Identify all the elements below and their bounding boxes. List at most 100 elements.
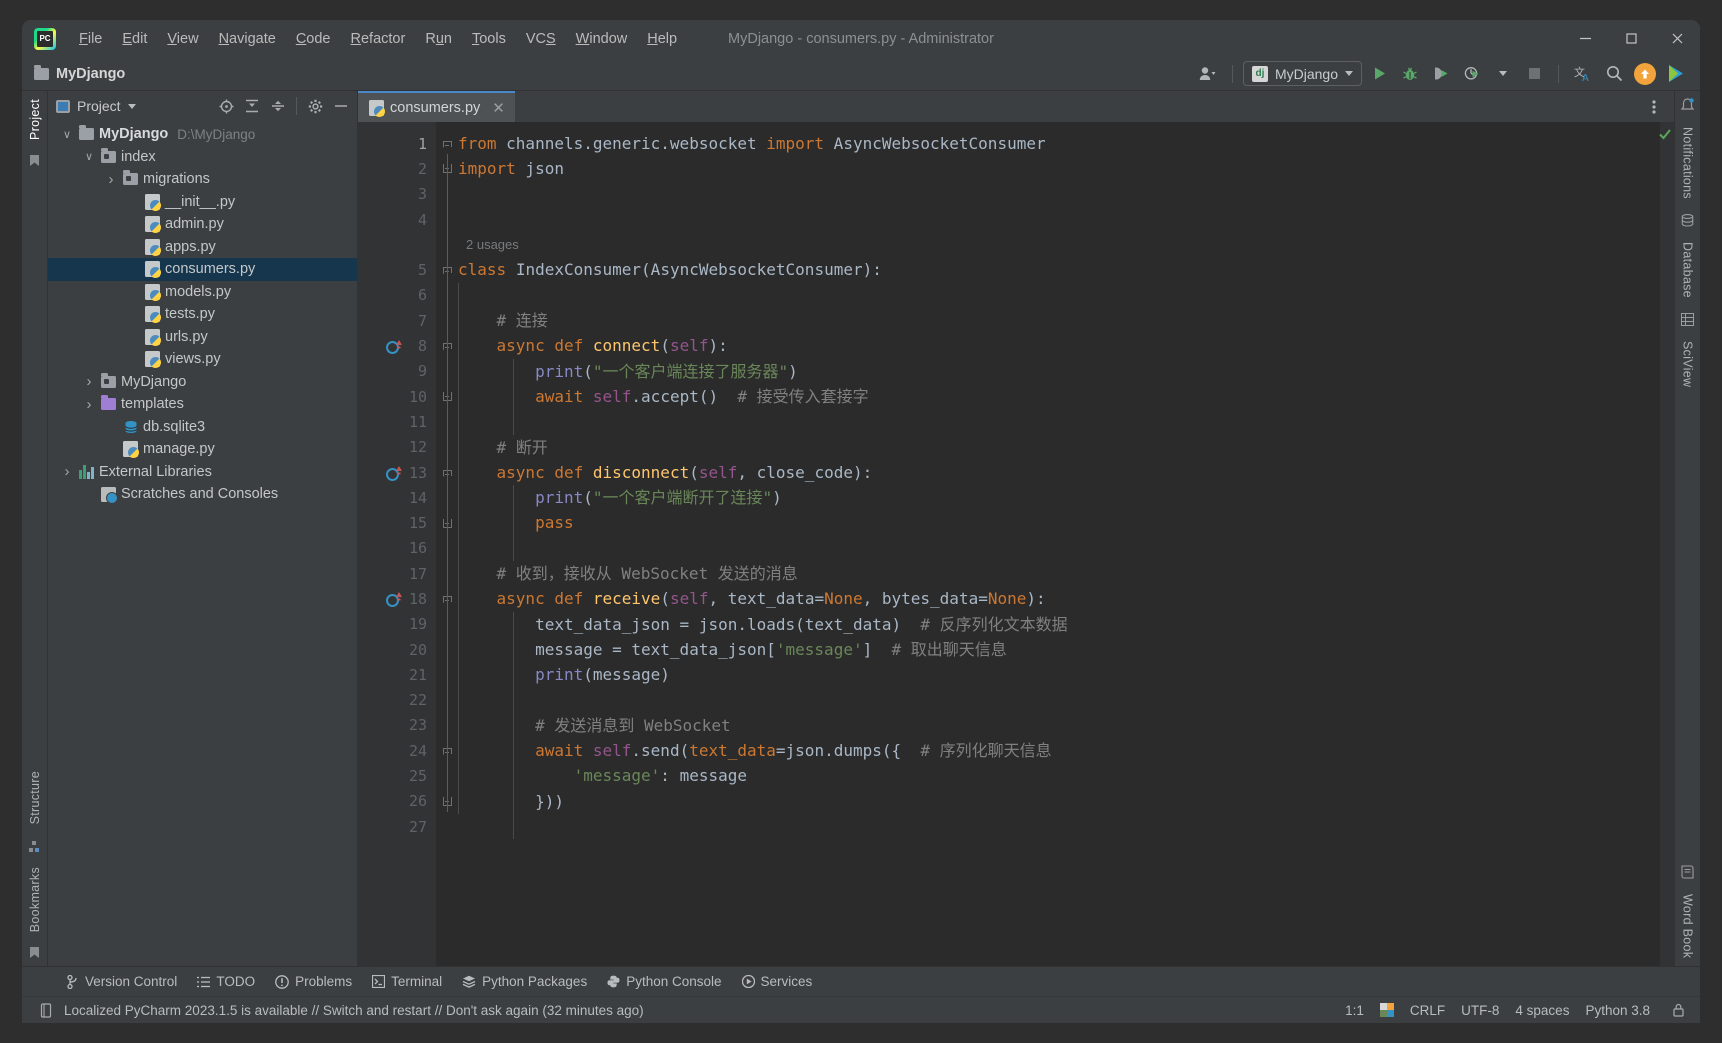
close-button[interactable] (1654, 20, 1700, 57)
status-message[interactable]: Localized PyCharm 2023.1.5 is available … (64, 1003, 644, 1018)
tree-item-index[interactable]: ∨ index (48, 146, 357, 169)
gutter-line-4[interactable]: 4 (358, 207, 436, 232)
editor-scrollbar[interactable] (1659, 122, 1674, 966)
code-line-13[interactable]: async def disconnect(self, close_code): (458, 460, 1674, 485)
rail-tab-structure[interactable]: Structure (23, 763, 47, 832)
override-method-icon[interactable] (386, 465, 402, 481)
tree-item--init-py[interactable]: __init__.py (48, 191, 357, 214)
close-tab-icon[interactable]: ✕ (492, 99, 505, 117)
gutter-line-5[interactable]: 5 (358, 257, 436, 282)
rail-tab-bookmarks[interactable]: Bookmarks (23, 859, 47, 940)
gutter-line-9[interactable]: 9 (358, 359, 436, 384)
gutter-line-6[interactable]: 6 (358, 283, 436, 308)
code-line-9[interactable]: print("一个客户端连接了服务器") (458, 359, 1674, 384)
tree-item-admin-py[interactable]: admin.py (48, 213, 357, 236)
gutter-inlay-spacer[interactable] (358, 232, 436, 257)
tree-item-models-py[interactable]: models.py (48, 281, 357, 304)
editor-gutter[interactable]: 1 2 3 4 5 6 7 8 9 10 11 12 13 14 15 16 17 18 19 20 21 22 23 24 2… (358, 122, 436, 966)
code-line-23[interactable]: # 发送消息到 WebSocket (458, 713, 1674, 738)
run-icon[interactable] (1365, 61, 1393, 87)
tree-item-migrations[interactable]: › migrations (48, 168, 357, 191)
line-separator[interactable]: CRLF (1410, 1003, 1445, 1018)
code-line-1[interactable]: from channels.generic.websocket import A… (458, 131, 1674, 156)
code-line-15[interactable]: pass (458, 510, 1674, 535)
gutter-line-3[interactable]: 3 (358, 182, 436, 207)
gutter-line-14[interactable]: 14 (358, 485, 436, 510)
select-opened-file-icon[interactable] (214, 95, 238, 117)
code-line-25[interactable]: 'message': message (458, 763, 1674, 788)
project-file-tree[interactable]: ∨ MyDjango D:\MyDjango ∨ index › migrations __i… (48, 121, 357, 966)
code-line-16[interactable] (458, 536, 1674, 561)
code-line-12[interactable]: # 断开 (458, 435, 1674, 460)
structure-rail-icon[interactable] (28, 840, 41, 852)
tree-item-mydjango[interactable]: ∨ MyDjango D:\MyDjango (48, 123, 357, 146)
tree-item-apps-py[interactable]: apps.py (48, 236, 357, 259)
gutter-line-19[interactable]: 19 (358, 612, 436, 637)
bottom-tool-python-packages[interactable]: Python Packages (453, 971, 596, 992)
code-line-8[interactable]: async def connect(self): (458, 333, 1674, 358)
word-book-rail-icon[interactable] (1681, 865, 1694, 879)
indent-setting[interactable]: 4 spaces (1515, 1003, 1569, 1018)
expand-all-icon[interactable] (240, 95, 264, 117)
code-line-26[interactable]: })) (458, 789, 1674, 814)
fold-open-icon[interactable] (442, 140, 452, 147)
bottom-tool-python-console[interactable]: Python Console (598, 971, 730, 992)
tree-item-consumers-py[interactable]: consumers.py (48, 258, 357, 281)
menu-item-window[interactable]: Window (566, 27, 638, 51)
stop-icon[interactable] (1520, 61, 1548, 87)
profile-dropdown-icon[interactable] (1489, 61, 1517, 87)
chevron-right-icon[interactable]: › (104, 171, 118, 188)
search-everywhere-icon[interactable] (1600, 61, 1628, 87)
rail-tab-database[interactable]: Database (1676, 234, 1700, 306)
menu-item-help[interactable]: Help (637, 27, 687, 51)
gutter-line-10[interactable]: 10 (358, 384, 436, 409)
menu-item-file[interactable]: File (69, 27, 112, 51)
sciview-rail-icon[interactable] (1681, 312, 1694, 326)
gutter-line-21[interactable]: 21 (358, 662, 436, 687)
gutter-line-15[interactable]: 15 (358, 510, 436, 535)
rail-tab-sciview[interactable]: SciView (1676, 333, 1700, 395)
gutter-line-2[interactable]: 2 (358, 156, 436, 181)
tree-item-templates[interactable]: › templates (48, 393, 357, 416)
caret-position[interactable]: 1:1 (1345, 1003, 1364, 1018)
rail-tab-notifications[interactable]: Notifications (1676, 119, 1700, 207)
color-scheme-chip-icon[interactable] (1379, 1003, 1394, 1017)
menu-item-edit[interactable]: Edit (112, 27, 157, 51)
run-with-coverage-icon[interactable] (1427, 61, 1455, 87)
bottom-tool-terminal[interactable]: Terminal (363, 971, 451, 992)
gutter-line-23[interactable]: 23 (358, 713, 436, 738)
menu-item-vcs[interactable]: VCS (516, 27, 566, 51)
code-line-24[interactable]: await self.send(text_data=json.dumps({ #… (458, 738, 1674, 763)
code-line-18[interactable]: async def receive(self, text_data=None, … (458, 586, 1674, 611)
editor-tab-consumers-py[interactable]: consumers.py ✕ (358, 91, 515, 122)
gutter-line-25[interactable]: 25 (358, 763, 436, 788)
code-line-20[interactable]: message = text_data_json['message'] # 取出… (458, 637, 1674, 662)
gutter-line-8[interactable]: 8 (358, 333, 436, 358)
code-line-2[interactable]: import json (458, 156, 1674, 181)
menu-item-refactor[interactable]: Refactor (341, 27, 416, 51)
gutter-line-20[interactable]: 20 (358, 637, 436, 662)
project-breadcrumb[interactable]: MyDjango (34, 64, 125, 82)
chevron-right-icon[interactable]: › (82, 396, 96, 413)
gutter-line-12[interactable]: 12 (358, 435, 436, 460)
menu-item-navigate[interactable]: Navigate (209, 27, 286, 51)
lock-icon[interactable] (1666, 999, 1690, 1021)
notification-icon[interactable] (34, 999, 58, 1021)
tree-item-tests-py[interactable]: tests.py (48, 303, 357, 326)
menu-item-run[interactable]: Run (415, 27, 462, 51)
code-line-6[interactable] (458, 283, 1674, 308)
tree-item-manage-py[interactable]: manage.py (48, 438, 357, 461)
gutter-line-18[interactable]: 18 (358, 586, 436, 611)
menu-item-view[interactable]: View (157, 27, 208, 51)
bottom-tool-services[interactable]: Services (733, 971, 822, 992)
settings-gear-icon[interactable] (303, 95, 327, 117)
notifications-rail-icon[interactable] (1681, 98, 1694, 112)
code-line-7[interactable]: # 连接 (458, 308, 1674, 333)
bookmarks-rail-icon[interactable] (29, 947, 40, 959)
override-method-icon[interactable] (386, 591, 402, 607)
gutter-line-13[interactable]: 13 (358, 460, 436, 485)
code-line-27[interactable] (458, 814, 1674, 839)
file-encoding[interactable]: UTF-8 (1461, 1003, 1499, 1018)
python-interpreter[interactable]: Python 3.8 (1585, 1003, 1650, 1018)
project-panel-title[interactable]: Project (56, 98, 136, 114)
